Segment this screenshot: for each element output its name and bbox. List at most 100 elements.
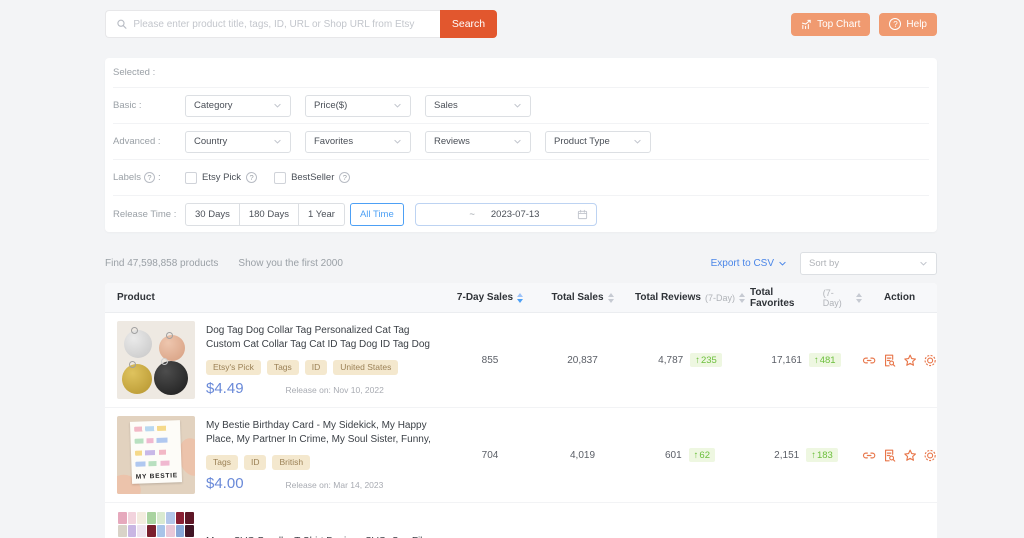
table-row: MY BESTIE My Bestie Birthday Card - My S… — [105, 408, 937, 503]
sales-dropdown[interactable]: Sales — [425, 95, 531, 117]
category-dropdown[interactable]: Category — [185, 95, 291, 117]
filter-row-basic: Basic : Category Price($) Sales — [113, 88, 929, 124]
favorites-dropdown-value: Favorites — [314, 136, 353, 147]
price-dropdown[interactable]: Price($) — [305, 95, 411, 117]
product-price: $4.49 — [206, 380, 244, 397]
country-dropdown[interactable]: Country — [185, 131, 291, 153]
export-to-csv-link[interactable]: Export to CSV — [711, 258, 787, 269]
product-image[interactable] — [117, 511, 195, 538]
bestseller-checkbox[interactable] — [274, 172, 286, 184]
top-bar: Search Top Chart ? Help — [105, 10, 937, 38]
help-button[interactable]: ? Help — [879, 13, 937, 36]
sort-by-dropdown[interactable]: Sort by — [800, 252, 937, 275]
up-arrow-icon: ↑ — [695, 355, 700, 366]
search-box[interactable] — [105, 10, 440, 38]
favorites-delta-badge: ↑183 — [806, 448, 838, 462]
badge-tags: Tags — [206, 455, 238, 470]
results-found-text: Find 47,598,858 products — [105, 258, 218, 269]
reviews-dropdown-value: Reviews — [434, 136, 470, 147]
etsy-pick-label: Etsy Pick — [202, 172, 241, 183]
chevron-down-icon — [513, 137, 522, 146]
labels-label: Labels ? : — [113, 172, 185, 183]
sort-icon-total-reviews[interactable] — [739, 293, 745, 303]
cell-total-favorites: 17,161 ↑481 — [750, 353, 862, 367]
filter-row-release-time: Release Time : 30 Days 180 Days 1 Year A… — [113, 196, 929, 232]
results-bar: Find 47,598,858 products Show you the fi… — [105, 252, 937, 275]
reviews-dropdown[interactable]: Reviews — [425, 131, 531, 153]
card-image-text: MY BESTIE — [136, 472, 178, 480]
bestseller-label: BestSeller — [291, 172, 334, 183]
chevron-down-icon — [778, 259, 787, 268]
up-arrow-icon: ↑ — [811, 450, 816, 461]
star-icon[interactable] — [903, 353, 917, 368]
cell-7day-sales: 855 — [445, 355, 535, 366]
product-title[interactable]: Dog Tag Dog Collar Tag Personalized Cat … — [206, 324, 445, 354]
chevron-down-icon — [393, 137, 402, 146]
cell-total-reviews: 4,787 ↑235 — [630, 353, 750, 367]
sort-icon-total-sales[interactable] — [608, 293, 614, 303]
basic-label: Basic : — [113, 100, 185, 111]
calendar-icon — [577, 209, 588, 220]
cell-total-reviews: 601 ↑62 — [630, 448, 750, 462]
star-icon[interactable] — [903, 448, 917, 463]
labels-colon: : — [158, 172, 161, 183]
favorites-delta-badge: ↑481 — [809, 353, 841, 367]
results-shown-text: Show you the first 2000 — [238, 258, 343, 269]
page: Search Top Chart ? Help Selected : Basic… — [105, 0, 937, 538]
col-header-product: Product — [105, 292, 445, 303]
release-30-days-button[interactable]: 30 Days — [185, 203, 240, 226]
release-all-time-button[interactable]: All Time — [350, 203, 404, 226]
export-to-csv-label: Export to CSV — [711, 258, 774, 269]
product-badges: Tags ID British — [206, 455, 445, 470]
search-group: Search — [105, 10, 497, 38]
cell-7day-sales: 704 — [445, 450, 535, 461]
cell-total-favorites: 2,151 ↑183 — [750, 448, 862, 462]
track-target-icon[interactable] — [923, 448, 937, 463]
reviews-delta-badge: ↑235 — [690, 353, 722, 367]
date-range-separator: ~ — [469, 209, 475, 220]
product-title[interactable]: My Bestie Birthday Card - My Sidekick, M… — [206, 419, 445, 449]
product-type-dropdown[interactable]: Product Type — [545, 131, 651, 153]
table-row: Mega SVG Bundle, T Shirt Designs SVG, Sv… — [105, 503, 937, 538]
date-range-picker[interactable]: ~ 2023-07-13 — [415, 203, 597, 226]
favorites-dropdown[interactable]: Favorites — [305, 131, 411, 153]
sales-dropdown-value: Sales — [434, 100, 458, 111]
col-header-total-favorites[interactable]: Total Favorites (7-Day) — [750, 287, 862, 309]
labels-label-text: Labels — [113, 172, 141, 183]
link-icon[interactable] — [862, 353, 876, 368]
etsy-pick-checkbox-item: Etsy Pick ? — [185, 172, 257, 184]
release-1-year-button[interactable]: 1 Year — [299, 203, 345, 226]
etsy-pick-help-icon[interactable]: ? — [246, 172, 257, 183]
release-time-segments: 30 Days 180 Days 1 Year — [185, 203, 345, 226]
top-chart-button[interactable]: Top Chart — [791, 13, 870, 36]
filter-panel: Selected : Basic : Category Price($) Sal… — [105, 58, 937, 232]
labels-help-icon[interactable]: ? — [144, 172, 155, 183]
date-range-end: 2023-07-13 — [491, 209, 540, 220]
sort-icon-7day-sales[interactable] — [517, 293, 523, 303]
col-header-total-reviews[interactable]: Total Reviews (7-Day) — [630, 292, 750, 303]
track-target-icon[interactable] — [923, 353, 937, 368]
etsy-pick-checkbox[interactable] — [185, 172, 197, 184]
bestseller-help-icon[interactable]: ? — [339, 172, 350, 183]
release-180-days-button[interactable]: 180 Days — [240, 203, 299, 226]
search-icon — [116, 18, 127, 30]
product-cell: Mega SVG Bundle, T Shirt Designs SVG, Sv… — [105, 511, 445, 538]
col-header-total-sales[interactable]: Total Sales — [535, 292, 630, 303]
help-label: Help — [906, 19, 927, 30]
product-image[interactable]: MY BESTIE — [117, 416, 195, 494]
shop-analysis-icon[interactable] — [882, 448, 896, 463]
product-cell: Dog Tag Dog Collar Tag Personalized Cat … — [105, 321, 445, 399]
product-cell: MY BESTIE My Bestie Birthday Card - My S… — [105, 416, 445, 494]
search-button[interactable]: Search — [440, 10, 497, 38]
chevron-down-icon — [919, 259, 928, 268]
search-input[interactable] — [133, 19, 430, 30]
cell-actions — [862, 353, 937, 368]
link-icon[interactable] — [862, 448, 876, 463]
col-header-7day-sales[interactable]: 7-Day Sales — [445, 292, 535, 303]
shop-analysis-icon[interactable] — [882, 353, 896, 368]
badge-id: ID — [305, 360, 328, 375]
badge-country: British — [272, 455, 310, 470]
cell-total-sales: 4,019 — [535, 450, 630, 461]
filter-row-selected: Selected : — [113, 58, 929, 88]
product-image[interactable] — [117, 321, 195, 399]
